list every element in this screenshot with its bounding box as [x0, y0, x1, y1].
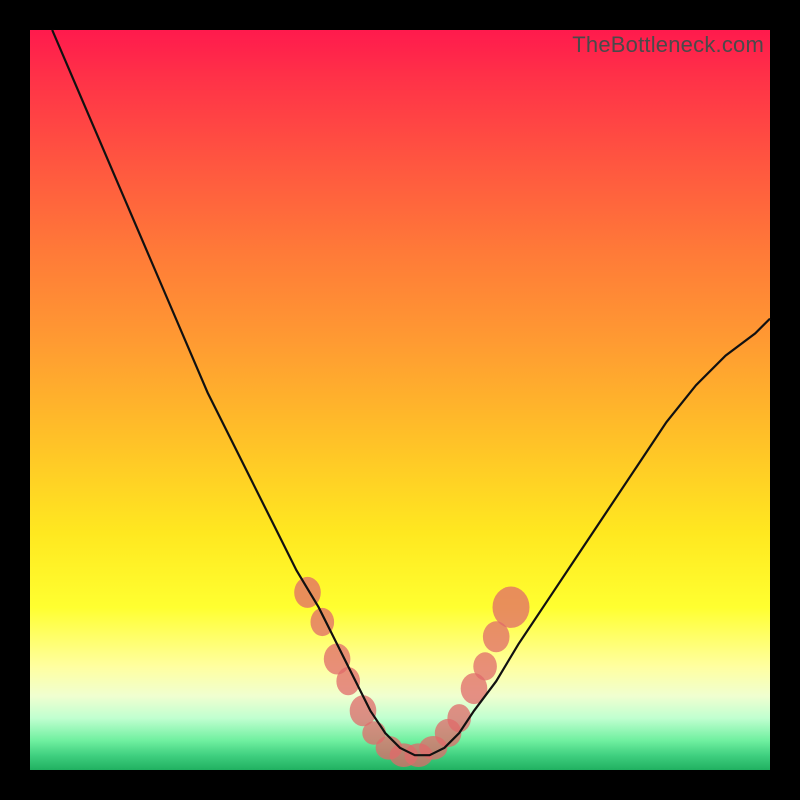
curve-marker: [493, 587, 530, 628]
curve-marker: [473, 652, 497, 680]
curve-markers: [294, 577, 529, 767]
chart-frame: TheBottleneck.com: [30, 30, 770, 770]
bottleneck-curve: [52, 30, 770, 755]
curve-marker: [447, 704, 471, 732]
bottleneck-plot: [30, 30, 770, 770]
